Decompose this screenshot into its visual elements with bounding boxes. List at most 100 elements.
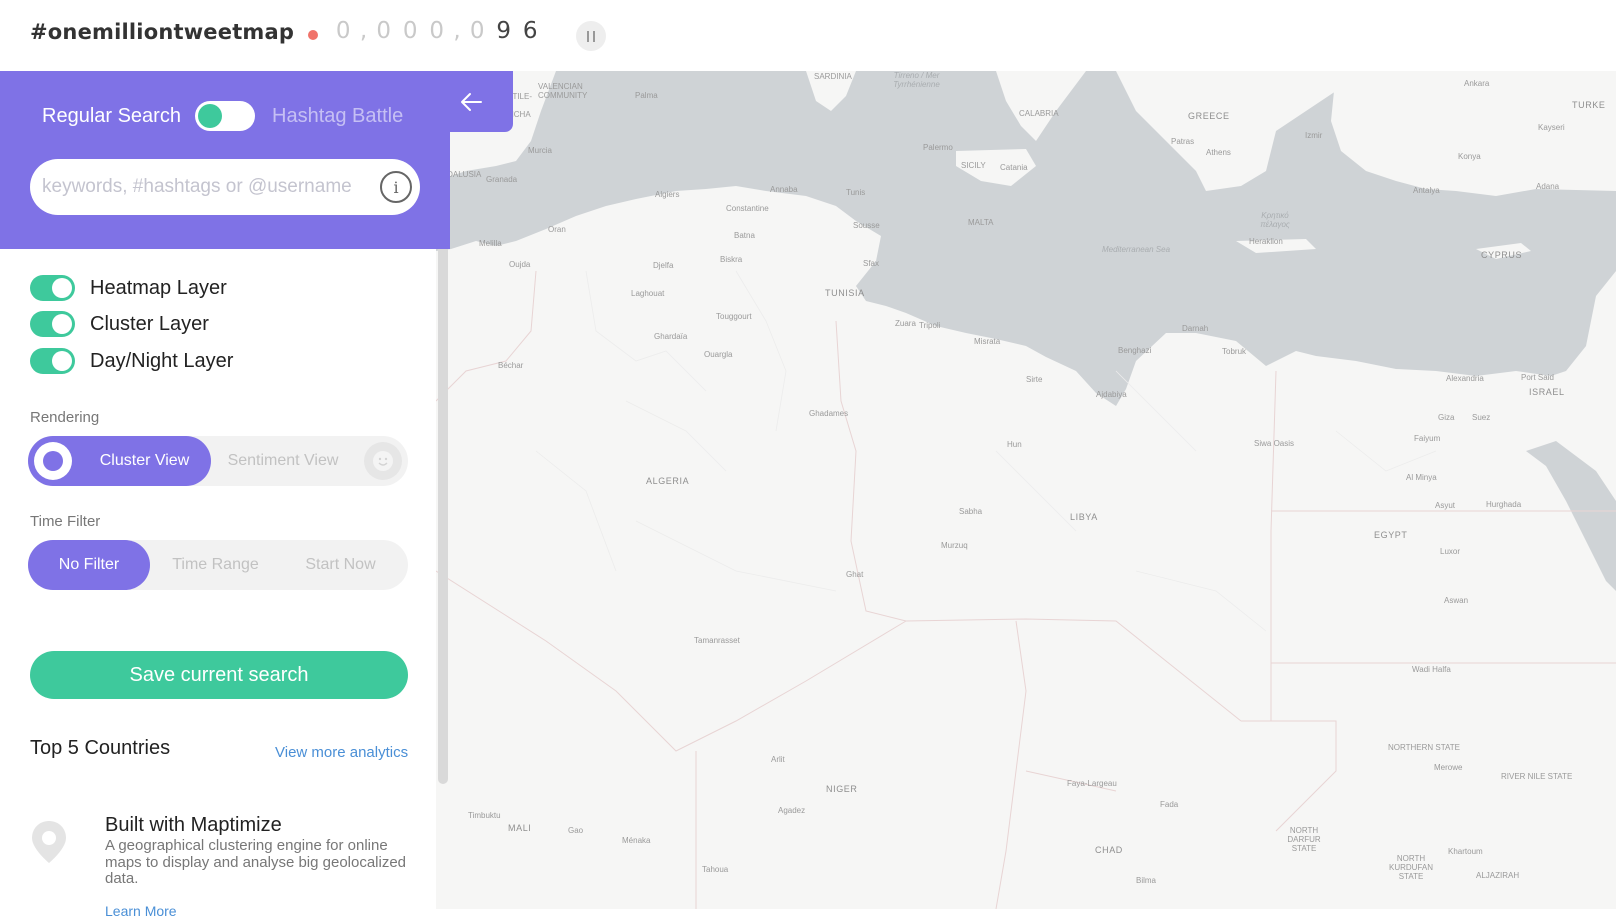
promo-description: A geographical clustering engine for onl… [105,837,407,887]
counter-digit: 0 [376,18,392,44]
map-region-label: NORTH DARFUR STATE [1287,826,1321,853]
live-indicator-icon [308,30,318,40]
map-city-label: Constantine [726,204,769,213]
map-city-label: Hun [1007,440,1022,449]
view-analytics-link[interactable]: View more analytics [275,744,408,761]
map-city-label: Benghazi [1118,346,1152,355]
map-city-label: Arlit [771,755,785,764]
map-city-label: Kayseri [1538,123,1565,132]
map-city-label: Murcia [528,146,553,155]
map-country-label: GREECE [1188,111,1230,121]
top-bar: #onemilliontweetmap 0 , 0 0 0 , 0 9 6 [0,0,1616,71]
map-city-label: Touggourt [716,312,752,321]
sidebar: Regular Search Hashtag Battle i Heatmap … [0,71,450,919]
map-city-label: Béchar [498,361,524,370]
layer-label: Cluster Layer [90,312,209,335]
time-filter-label: Time Filter [30,513,101,530]
sentiment-view-option[interactable]: Sentiment View [218,436,348,486]
map-city-label: Faya-Largeau [1067,779,1117,788]
map-country-label: ALGERIA [646,476,690,486]
map-pin-icon [30,819,68,870]
toggle-knob [198,104,222,128]
daynight-layer-toggle[interactable] [30,348,75,374]
counter-digit: 0 [402,18,418,44]
learn-more-link[interactable]: Learn More [105,903,177,919]
collapse-sidebar-button[interactable] [436,71,513,132]
map-city-label: Biskra [720,255,743,264]
map-city-label: Ouargla [704,350,733,359]
map-city-label: Ghardaïa [654,332,688,341]
map-basemap [436,71,1616,909]
rendering-selector: Cluster View Sentiment View [28,436,408,486]
start-now-option[interactable]: Start Now [278,540,403,590]
top-countries-title: Top 5 Countries [30,737,171,759]
map-city-label: Suez [1472,413,1491,422]
sidebar-scrollbar[interactable] [438,172,448,784]
map-city-label: Konya [1458,152,1481,161]
map-country-label: LIBYA [1070,512,1098,522]
map-city-label: Athens [1206,148,1231,157]
regular-search-label[interactable]: Regular Search [42,105,181,128]
toggle-knob [52,351,72,371]
cluster-view-option[interactable]: Cluster View [78,436,211,486]
cluster-layer-toggle[interactable] [30,311,75,337]
smiley-icon[interactable] [364,442,402,480]
cluster-view-radio-icon[interactable] [34,442,72,480]
map-city-label: Sousse [853,221,880,230]
map-city-label: Batna [734,231,755,240]
map-region-label: MALTA [968,218,994,227]
map-city-label: Timbuktu [468,811,501,820]
save-search-button[interactable]: Save current search [30,651,408,699]
arrow-left-icon [460,92,482,111]
map-city-label: Sirte [1026,375,1043,384]
map-city-label: Zuara [895,319,916,328]
map-city-label: Aswan [1444,596,1469,605]
map-country-label: TUNISIA [825,288,865,298]
map-country-label: TURKE [1572,100,1606,110]
map-country-label: CHAD [1095,845,1123,855]
pause-button[interactable] [576,21,606,51]
map-city-label: Annaba [770,185,798,194]
map-city-label: Khartoum [1448,847,1483,856]
map-city-label: Siwa Oasis [1254,439,1295,448]
hashtag-battle-label[interactable]: Hashtag Battle [272,105,403,128]
promo-title: Built with Maptimize [105,814,282,836]
map-city-label: Ghadames [809,409,849,418]
search-panel: Regular Search Hashtag Battle i [0,71,450,249]
time-filter-selector: No Filter Time Range Start Now [28,540,408,590]
map-region-label: SICILY [961,161,986,170]
time-range-option[interactable]: Time Range [153,540,278,590]
map-city-label: Merowe [1434,763,1463,772]
toggle-knob [52,278,72,298]
map-city-label: Tobruk [1222,347,1247,356]
pause-icon [587,30,589,42]
map-city-label: Luxor [1440,547,1461,556]
heatmap-layer-toggle[interactable] [30,275,75,301]
counter-digit: 6 [522,18,538,44]
map-city-label: Al Minya [1406,473,1437,482]
map-country-label: ISRAEL [1529,387,1565,397]
search-input[interactable] [42,173,372,201]
no-filter-option[interactable]: No Filter [28,540,150,590]
map-city-label: Tunis [846,188,866,197]
map-city-label: Gao [568,826,584,835]
counter-digit: 0 [335,18,351,44]
map-sea-label: Mediterranean Sea [1101,245,1171,254]
map-city-label: Giza [1438,413,1455,422]
map-city-label: Palermo [923,143,953,152]
search-mode-toggle[interactable] [195,101,255,131]
map-city-label: Ajdabiya [1096,390,1127,399]
map-city-label: Agadez [778,806,806,815]
map-city-label: Ankara [1464,79,1490,88]
map-city-label: Patras [1171,137,1195,146]
counter-separator: , [453,18,461,44]
map-city-label: Fada [1160,800,1179,809]
map-city-label: Ghat [846,570,864,579]
info-icon[interactable]: i [380,171,412,203]
map-city-label: Misrata [974,337,1001,346]
map-region-label: NORTHERN STATE [1388,743,1461,752]
map-city-label: Faiyum [1414,434,1441,443]
map-region-label: SARDINIA [814,72,852,81]
map-canvas[interactable]: ALGERIA LIBYA EGYPT TUNISIA NIGER MALI C… [436,71,1616,909]
map-city-label: Laghouat [631,289,665,298]
